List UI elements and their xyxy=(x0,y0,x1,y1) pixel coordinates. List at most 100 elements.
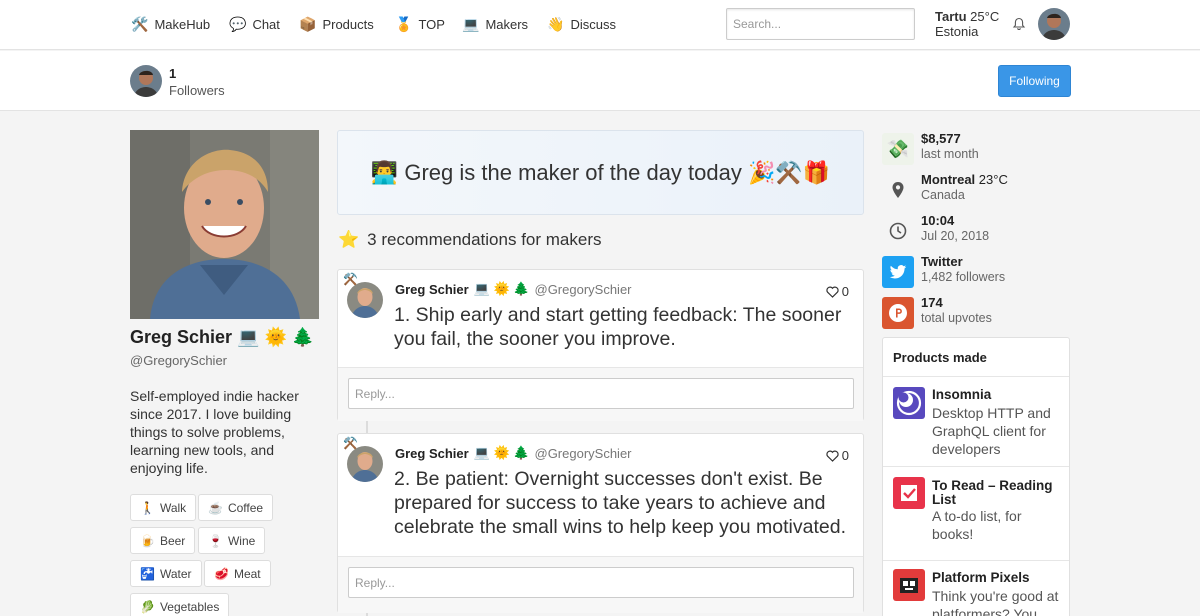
beer-icon: 🍺 xyxy=(140,533,155,548)
product-desc: Desktop HTTP and GraphQL client for deve… xyxy=(932,405,1051,457)
follower-avatar[interactable] xyxy=(130,65,162,97)
twitter-followers: 1,482 followers xyxy=(921,270,1006,284)
weather-city: Tartu xyxy=(935,9,967,24)
pin-icon xyxy=(882,174,914,206)
money-icon: 💸 xyxy=(882,133,914,165)
coffee-icon: ☕ xyxy=(208,500,223,515)
tools-badge-icon: ⚒️ xyxy=(343,436,358,450)
bell-icon[interactable] xyxy=(1012,17,1026,31)
vegetables-icon: 🥬 xyxy=(140,599,155,614)
heart-icon xyxy=(826,286,839,298)
author-handle: @GregorySchier xyxy=(534,281,632,297)
weather-widget: Tartu 25°C Estonia xyxy=(935,9,999,39)
producthunt-icon xyxy=(882,297,914,329)
twitter-icon xyxy=(882,256,914,288)
recommendation-card: ⚒️ Greg Schier 💻 🌞 🌲 @GregorySchier 0 2.… xyxy=(337,433,864,613)
author-emoji: 💻 🌞 🌲 xyxy=(473,445,530,460)
product-name: Insomnia xyxy=(932,387,992,402)
thread-connector xyxy=(366,420,368,434)
nav-chat[interactable]: 💬 Chat xyxy=(229,15,280,33)
tag-coffee[interactable]: ☕ Coffee xyxy=(198,494,274,521)
upvotes-value: 174 xyxy=(921,295,943,310)
pixel-robot-logo-icon xyxy=(893,569,925,601)
profile-handle: @GregorySchier xyxy=(130,353,228,368)
nav-makehub-label: MakeHub xyxy=(154,16,211,32)
wine-icon: 🍷 xyxy=(208,533,223,548)
nav-discuss[interactable]: 👋 Discuss xyxy=(547,15,616,33)
tag-label: Beer xyxy=(159,533,186,548)
location-temp: 23°C xyxy=(978,172,1008,187)
nav-makers[interactable]: 💻 Makers xyxy=(462,15,528,33)
recommendations-title: 3 recommendations for makers xyxy=(367,230,602,249)
tag-water[interactable]: 🚰 Water xyxy=(130,560,202,587)
tools-badge-icon: ⚒️ xyxy=(343,272,358,286)
top-navbar: 🛠️ MakeHub 💬 Chat 📦 Products 🏅 TOP 💻 Mak… xyxy=(0,0,1200,50)
time-date: Jul 20, 2018 xyxy=(921,229,990,243)
tag-wine[interactable]: 🍷 Wine xyxy=(198,527,266,554)
recommendations-heading: ⭐ 3 recommendations for makers xyxy=(338,230,602,250)
author-avatar[interactable] xyxy=(347,446,383,482)
followers-count[interactable]: 1 Followers xyxy=(169,65,225,99)
author-avatar[interactable] xyxy=(347,282,383,318)
clock-icon xyxy=(882,215,914,247)
tag-beer[interactable]: 🍺 Beer xyxy=(130,527,196,554)
profile-photo xyxy=(130,130,319,319)
nav-discuss-label: Discuss xyxy=(570,16,616,32)
like-button[interactable]: 0 xyxy=(826,448,849,463)
nav-makehub[interactable]: 🛠️ MakeHub xyxy=(131,15,210,33)
waving-hand-icon: 👋 xyxy=(547,16,565,32)
hammer-wrench-icon: 🛠️ xyxy=(131,16,149,32)
post-text: 2. Be patient: Overnight successes don't… xyxy=(394,468,846,538)
nav-makers-label: Makers xyxy=(485,16,529,32)
product-desc: A to-do list, for books! xyxy=(932,508,1022,542)
user-avatar[interactable] xyxy=(1038,8,1070,40)
speech-bubble-icon: 💬 xyxy=(229,16,247,32)
recommendation-card: ⚒️ Greg Schier 💻 🌞 🌲 @GregorySchier 0 1.… xyxy=(337,269,864,421)
like-button[interactable]: 0 xyxy=(826,284,849,299)
product-item[interactable]: To Read – Reading List A to-do list, for… xyxy=(883,467,1069,561)
search-input[interactable] xyxy=(726,8,915,40)
tag-label: Wine xyxy=(227,533,256,548)
product-name: To Read – Reading List xyxy=(932,478,1053,507)
medal-icon: 🏅 xyxy=(395,16,413,32)
post-author[interactable]: Greg Schier 💻 🌞 🌲 @GregorySchier xyxy=(395,281,632,297)
reply-input[interactable] xyxy=(348,567,854,598)
profile-name: Greg Schier 💻 🌞 🌲 xyxy=(130,327,315,347)
author-handle: @GregorySchier xyxy=(534,445,632,461)
products-made-panel: Products made Insomnia Desktop HTTP and … xyxy=(882,337,1070,616)
tag-label: Walk xyxy=(159,500,187,515)
author-emoji: 💻 🌞 🌲 xyxy=(473,281,530,296)
tag-meat[interactable]: 🥩 Meat xyxy=(204,560,271,587)
maker-of-day-banner: 👨‍💻 Greg is the maker of the day today 🎉… xyxy=(337,130,864,215)
post-author[interactable]: Greg Schier 💻 🌞 🌲 @GregorySchier xyxy=(395,445,632,461)
nav-chat-label: Chat xyxy=(252,16,280,32)
followers-number: 1 xyxy=(169,66,177,81)
location-country: Canada xyxy=(921,188,965,202)
tag-vegetables[interactable]: 🥬 Vegetables xyxy=(130,593,230,616)
upvotes-label: total upvotes xyxy=(921,311,992,325)
nav-products[interactable]: 📦 Products xyxy=(299,15,374,33)
product-item[interactable]: Platform Pixels Think you're good at pla… xyxy=(883,561,1069,616)
nav-products-label: Products xyxy=(322,16,374,32)
tag-label: Coffee xyxy=(227,500,264,515)
products-made-title: Products made xyxy=(883,338,1069,377)
twitter-label: Twitter xyxy=(921,254,963,269)
profile-subbar: 1 Followers Following xyxy=(0,51,1200,111)
tag-label: Water xyxy=(159,566,192,581)
profile-bio: Self-employed indie hacker since 2017. I… xyxy=(130,388,299,476)
followers-label: Followers xyxy=(169,83,225,98)
product-item[interactable]: Insomnia Desktop HTTP and GraphQL client… xyxy=(883,377,1069,467)
nav-top[interactable]: 🏅 TOP xyxy=(395,15,445,33)
product-name: Platform Pixels xyxy=(932,570,1030,585)
nav-top-label: TOP xyxy=(418,16,445,32)
tag-label: Meat xyxy=(233,566,261,581)
weather-country: Estonia xyxy=(935,24,979,39)
meat-icon: 🥩 xyxy=(214,566,229,581)
author-name: Greg Schier xyxy=(395,445,469,461)
reply-bar xyxy=(338,556,863,613)
tag-walk[interactable]: 🚶 Walk xyxy=(130,494,197,521)
heart-icon xyxy=(826,450,839,462)
reply-input[interactable] xyxy=(348,378,854,409)
following-button[interactable]: Following xyxy=(998,65,1071,97)
laptop-icon: 💻 xyxy=(462,16,480,32)
